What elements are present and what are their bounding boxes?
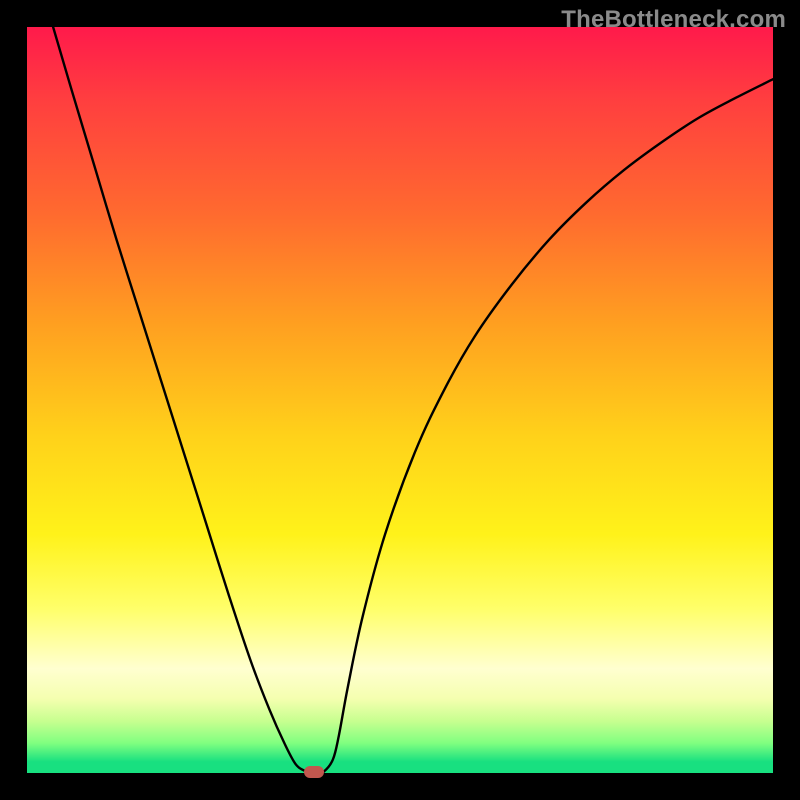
curve-svg: [27, 27, 773, 773]
optimal-point-marker: [304, 766, 324, 778]
watermark-text: TheBottleneck.com: [561, 6, 786, 34]
plot-area: [27, 27, 773, 773]
bottleneck-curve: [53, 27, 773, 773]
chart-container: TheBottleneck.com: [0, 0, 800, 800]
